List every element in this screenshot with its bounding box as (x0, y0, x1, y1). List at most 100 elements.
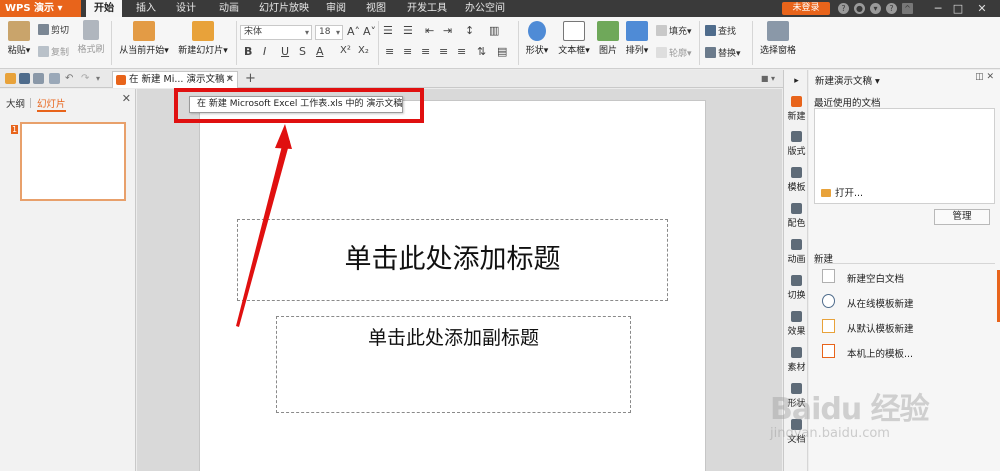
strip-animation[interactable]: 动画 (784, 239, 809, 265)
close-tab-icon[interactable]: ✕ (226, 72, 234, 88)
brush-icon (83, 20, 99, 40)
open-folder-icon[interactable] (5, 73, 16, 84)
strip-new[interactable]: 新建 (784, 96, 809, 122)
title-placeholder[interactable]: 单击此处添加标题 (237, 219, 668, 301)
task-pane-title[interactable]: 新建演示文稿 ▾ (815, 73, 880, 87)
manage-button[interactable]: 管理 (934, 209, 990, 225)
text-direction-icon[interactable]: ⇅ (477, 45, 486, 58)
maximize-button[interactable]: □ (950, 0, 966, 17)
bullet-list-icon[interactable]: ☰ (383, 24, 393, 37)
tab-developer[interactable]: 开发工具 (399, 0, 455, 17)
line-spacing-icon[interactable]: ↕ (465, 24, 474, 37)
tab-view[interactable]: 视图 (358, 0, 394, 17)
customize-quick-access-icon[interactable]: ▾ (96, 73, 107, 84)
strip-color-scheme[interactable]: 配色 (784, 203, 809, 229)
replace-button[interactable]: 替换▾ (705, 46, 741, 59)
tab-design[interactable]: 设计 (168, 0, 204, 17)
print-preview-icon[interactable] (49, 73, 60, 84)
text-align-icon[interactable]: ▤ (497, 45, 507, 58)
format-painter-button[interactable]: 格式刷 (74, 18, 108, 55)
tab-start[interactable]: 开始 (86, 0, 122, 17)
open-link[interactable]: 打开... (821, 185, 863, 199)
tab-review[interactable]: 审阅 (318, 0, 354, 17)
minimize-button[interactable]: ─ (930, 0, 946, 17)
italic-icon[interactable]: I (263, 45, 266, 58)
number-list-icon[interactable]: ☰ (403, 24, 413, 37)
font-size-select[interactable]: 18 (315, 25, 343, 40)
copy-button[interactable]: 复制 (38, 45, 69, 58)
task-pane-controls[interactable]: ◫ ✕ (975, 72, 994, 82)
collapse-pane-icon[interactable]: ▸ (784, 76, 809, 86)
help-icon[interactable]: ? (838, 3, 849, 14)
align-left-icon[interactable]: ≡ (385, 45, 394, 58)
print-icon[interactable] (33, 73, 44, 84)
slide-thumbnail[interactable] (20, 122, 126, 201)
login-button[interactable]: 未登录 (782, 2, 830, 15)
underline-icon[interactable]: U (281, 45, 289, 58)
superscript-icon[interactable]: X² (340, 45, 351, 56)
tab-animation[interactable]: 动画 (211, 0, 247, 17)
justify-icon[interactable]: ≡ (439, 45, 448, 58)
fill-button[interactable]: 填充▾ (656, 24, 692, 37)
tab-office-space[interactable]: 办公空间 (457, 0, 513, 17)
strip-effects[interactable]: 效果 (784, 311, 809, 337)
textbox-icon (563, 21, 585, 41)
undo-icon[interactable]: ↶ (65, 73, 76, 84)
find-button[interactable]: 查找 (705, 24, 736, 37)
cut-button[interactable]: 剪切 (38, 23, 69, 36)
columns-icon[interactable]: ▥ (489, 24, 499, 37)
font-grow-icon[interactable]: A˄ (347, 25, 360, 38)
new-blank-document-link[interactable]: 新建空白文档 (847, 271, 904, 285)
tab-insert[interactable]: 插入 (128, 0, 164, 17)
watermark-url: jingyan.baidu.com (770, 426, 890, 441)
subscript-icon[interactable]: X₂ (358, 45, 369, 56)
distribute-icon[interactable]: ≡ (457, 45, 466, 58)
ribbon-toggle-icon[interactable]: ^ (902, 3, 913, 14)
redo-icon[interactable]: ↷ (81, 73, 92, 84)
arrange-button[interactable]: 排列▾ (622, 19, 652, 56)
local-templates-link[interactable]: 本机上的模板... (847, 346, 913, 360)
align-right-icon[interactable]: ≡ (421, 45, 430, 58)
select-pane-button[interactable]: 选择窗格 (756, 19, 800, 56)
indent-icon[interactable]: ⇥ (443, 24, 452, 37)
font-shrink-icon[interactable]: A˅ (363, 25, 376, 38)
app-menu-button[interactable]: WPS 演示 ▾ (0, 0, 81, 17)
outline-button[interactable]: 轮廓▾ (656, 46, 692, 59)
from-current-button[interactable]: 从当前开始▾ (116, 19, 172, 56)
strip-layout[interactable]: 版式 (784, 131, 809, 157)
skin-icon[interactable]: ● (854, 3, 865, 14)
font-name-select[interactable]: 宋体 (240, 25, 312, 40)
document-tab[interactable]: 在 新建 Mi... 演示文稿 * ✕ (112, 71, 238, 88)
tab-slides[interactable]: 幻灯片 (37, 96, 66, 112)
shadow-icon[interactable]: S (299, 45, 306, 58)
new-tab-button[interactable]: + (245, 70, 256, 87)
paste-button[interactable]: 粘贴▾ (4, 19, 34, 56)
paste-icon (8, 21, 30, 41)
slides-panel: 大纲 幻灯片 ✕ 1 (0, 89, 136, 471)
strip-assets[interactable]: 素材 (784, 347, 809, 373)
strip-template[interactable]: 模板 (784, 167, 809, 193)
tab-slideshow[interactable]: 幻灯片放映 (251, 0, 317, 17)
save-icon[interactable] (19, 73, 30, 84)
font-color-icon[interactable]: A (316, 45, 324, 58)
new-from-default-template-link[interactable]: 从默认模板新建 (847, 321, 914, 335)
strip-transition[interactable]: 切换 (784, 275, 809, 301)
tab-outline[interactable]: 大纲 (6, 96, 25, 110)
close-window-button[interactable]: ✕ (974, 0, 990, 17)
align-center-icon[interactable]: ≡ (403, 45, 412, 58)
outdent-icon[interactable]: ⇤ (425, 24, 434, 37)
tab-list-icon[interactable]: ■ ▾ (761, 74, 775, 83)
feedback-icon[interactable]: ? (886, 3, 897, 14)
new-slide-button[interactable]: 新建幻灯片▾ (174, 19, 232, 56)
picture-button[interactable]: 图片 (596, 19, 620, 56)
subtitle-placeholder[interactable]: 单击此处添加副标题 (276, 316, 631, 413)
outline-pen-icon (656, 47, 667, 58)
shape-button[interactable]: 形状▾ (522, 19, 552, 56)
shirt-icon[interactable]: ▾ (870, 3, 881, 14)
textbox-button[interactable]: 文本框▾ (555, 19, 593, 56)
slide-canvas[interactable]: 单击此处添加标题 单击此处添加副标题 (199, 100, 706, 471)
close-panel-icon[interactable]: ✕ (122, 92, 131, 105)
new-from-online-template-link[interactable]: 从在线模板新建 (847, 296, 914, 310)
picture-icon (597, 21, 619, 41)
bold-icon[interactable]: B (244, 45, 252, 58)
